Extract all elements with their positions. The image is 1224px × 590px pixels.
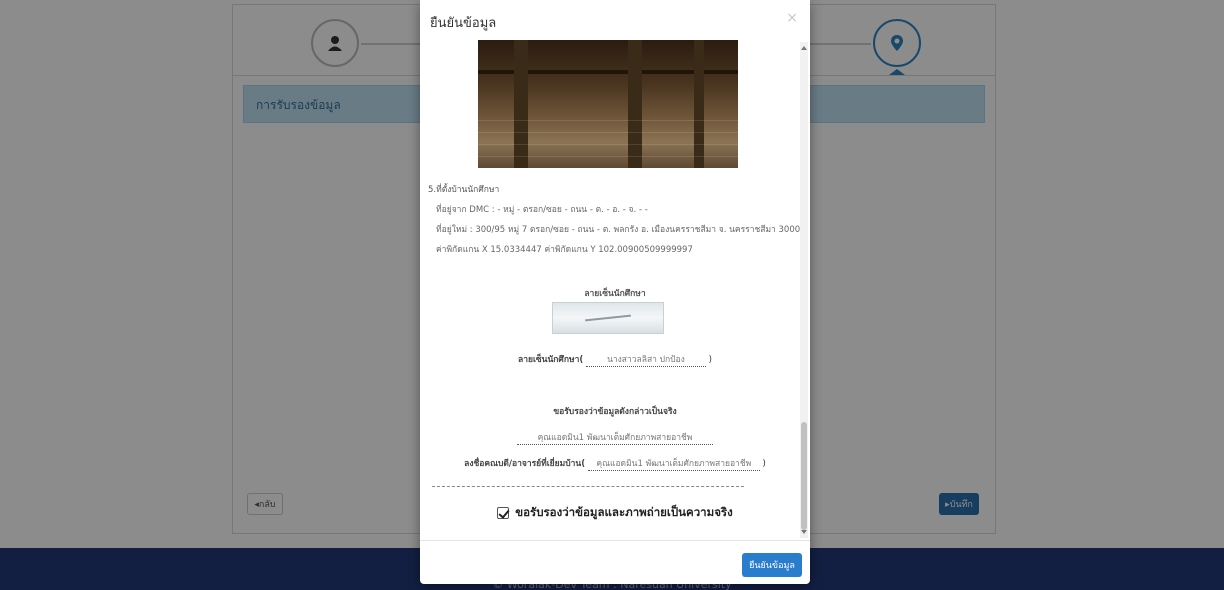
confirm-name-row: คุณแอดมิน1 พัฒนาเต็มศักยภาพสายอาชีพ bbox=[420, 430, 810, 445]
modal-body: 5.ที่ตั้งบ้านนักศึกษา ที่อยู่จาก DMC : -… bbox=[420, 40, 810, 540]
confirm-modal: ยืนยันข้อมูล × 5.ที่ตั้งบ้านนักศึกษา ที่… bbox=[420, 0, 810, 584]
section-title: 5.ที่ตั้งบ้านนักศึกษา bbox=[428, 185, 500, 195]
teacher-row: ลงชื่อคณบดี/อาจารย์ที่เยี่ยมบ้าน( คุณแอด… bbox=[420, 456, 810, 471]
scroll-down-icon[interactable] bbox=[801, 530, 807, 534]
confirm-checkbox[interactable] bbox=[497, 506, 510, 519]
signature-name: นางสาวลลิสา ปกป้อง bbox=[585, 352, 706, 367]
close-icon[interactable]: × bbox=[786, 10, 798, 26]
confirm-title: ขอรับรองว่าข้อมูลดังกล่าวเป็นจริง bbox=[553, 407, 677, 417]
signature-label: ลายเซ็นนักศึกษา bbox=[518, 355, 580, 365]
scroll-thumb[interactable] bbox=[801, 422, 807, 530]
signature-image bbox=[552, 302, 664, 334]
modal-header: ยืนยันข้อมูล × bbox=[420, 0, 810, 40]
address-new: ที่อยู่ใหม่ : 300/95 หมู่ 7 ตรอก/ซอย - ถ… bbox=[436, 225, 806, 235]
address-dmc: ที่อยู่จาก DMC : - หมู่ - ตรอก/ซอย - ถนน… bbox=[436, 205, 648, 215]
modal-footer-divider bbox=[420, 540, 810, 541]
teacher-name: คุณแอดมิน1 พัฒนาเต็มศักยภาพสายอาชีพ bbox=[587, 456, 760, 471]
checkbox-label[interactable]: ขอรับรองว่าข้อมูลและภาพถ่ายเป็นความจริง bbox=[515, 505, 732, 519]
confirm-data-button[interactable]: ยืนยันข้อมูล bbox=[742, 553, 802, 577]
signature-row: ลายเซ็นนักศึกษา( นางสาวลลิสา ปกป้อง ) bbox=[420, 352, 810, 367]
coordinates: ค่าพิกัดแกน X 15.0334447 ค่าพิกัดแกน Y 1… bbox=[436, 245, 693, 255]
dashed-divider bbox=[432, 486, 744, 487]
modal-title: ยืนยันข้อมูล bbox=[430, 16, 497, 31]
confirm-checkbox-row[interactable]: ขอรับรองว่าข้อมูลและภาพถ่ายเป็นความจริง bbox=[420, 504, 810, 522]
confirm-name: คุณแอดมิน1 พัฒนาเต็มศักยภาพสายอาชีพ bbox=[517, 430, 713, 445]
teacher-label: ลงชื่อคณบดี/อาจารย์ที่เยี่ยมบ้าน bbox=[464, 459, 582, 469]
house-photo bbox=[478, 40, 738, 168]
scroll-up-icon[interactable] bbox=[801, 46, 807, 50]
signature-title: ลายเซ็นนักศึกษา bbox=[584, 289, 646, 299]
modal-scrollbar[interactable] bbox=[800, 42, 808, 538]
